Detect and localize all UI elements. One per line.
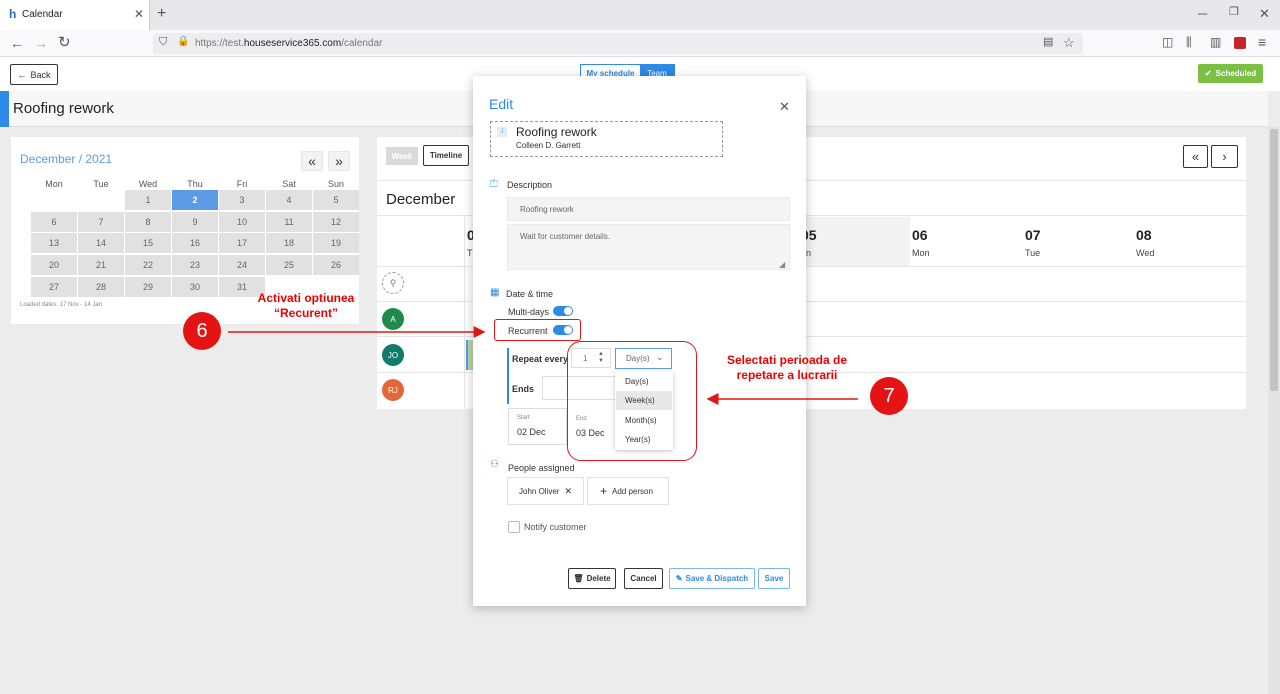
annotation-arrows xyxy=(228,326,858,405)
